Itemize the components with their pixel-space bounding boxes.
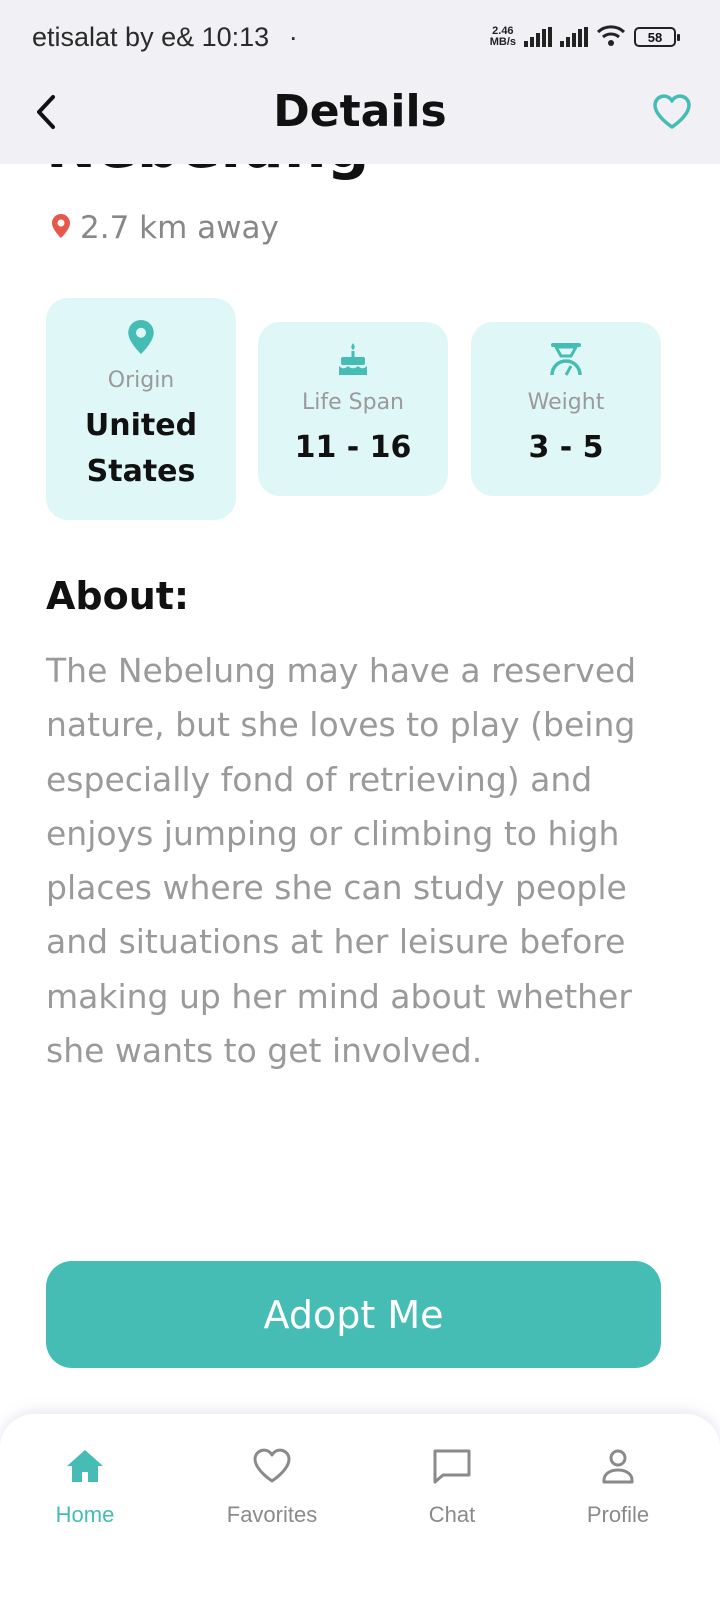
scale-icon — [548, 342, 584, 380]
network-speed-unit: MB/s — [489, 36, 516, 48]
signal-strength-icon — [524, 27, 552, 47]
location-pin-icon — [128, 320, 154, 358]
bottom-navigation: Home Favorites Chat Profile — [0, 1414, 720, 1600]
status-left: etisalat by e& 10:13 · — [32, 22, 298, 53]
status-time: 10:13 — [201, 22, 270, 52]
origin-value-line2: States — [86, 454, 196, 489]
about-text: The Nebelung may have a reserved nature,… — [46, 651, 637, 1071]
origin-value-line1: United — [84, 408, 198, 443]
network-speed: 2.46 MB/s — [490, 26, 516, 48]
nav-item-favorites[interactable]: Favorites — [202, 1448, 342, 1528]
life-span-card: Life Span 11 - 16 — [258, 322, 448, 496]
weight-card: Weight 3 - 5 — [471, 322, 661, 496]
person-icon — [598, 1448, 638, 1488]
heart-icon — [252, 1448, 292, 1488]
home-icon — [65, 1448, 105, 1488]
favorite-button[interactable] — [650, 92, 694, 136]
about-title: About: — [46, 574, 190, 618]
notification-dot: · — [288, 22, 298, 52]
app-header: Details — [0, 80, 720, 164]
nav-item-profile[interactable]: Profile — [548, 1448, 688, 1528]
nav-label-profile: Profile — [586, 1502, 650, 1527]
adopt-me-label: Adopt Me — [263, 1292, 444, 1337]
distance-row: 2.7 km away — [52, 210, 279, 246]
weight-label: Weight — [527, 390, 605, 415]
cake-icon — [337, 342, 369, 380]
nav-label-favorites: Favorites — [226, 1502, 318, 1527]
nav-label-home: Home — [55, 1502, 115, 1527]
heart-outline-icon — [652, 94, 692, 134]
life-span-value: 11 - 16 — [294, 430, 412, 465]
signal-strength-icon — [560, 27, 588, 47]
distance-text: 2.7 km away — [80, 210, 279, 246]
origin-card: Origin United States — [46, 298, 236, 520]
origin-label: Origin — [107, 368, 175, 393]
chat-icon — [432, 1448, 472, 1488]
carrier-name: etisalat by e& — [32, 22, 195, 52]
nav-item-chat[interactable]: Chat — [382, 1448, 522, 1528]
status-bar: etisalat by e& 10:13 · 2.46 MB/s 58 — [0, 0, 720, 80]
weight-value: 3 - 5 — [528, 430, 604, 465]
page-title: Details — [273, 86, 447, 137]
wifi-icon — [596, 24, 626, 50]
status-right: 2.46 MB/s 58 — [490, 24, 680, 50]
nav-label-chat: Chat — [428, 1502, 476, 1527]
nav-item-home[interactable]: Home — [15, 1448, 155, 1528]
battery-icon: 58 — [634, 27, 680, 47]
adopt-me-button[interactable]: Adopt Me — [46, 1261, 661, 1368]
location-pin-icon — [52, 214, 70, 242]
life-span-label: Life Span — [302, 390, 404, 415]
